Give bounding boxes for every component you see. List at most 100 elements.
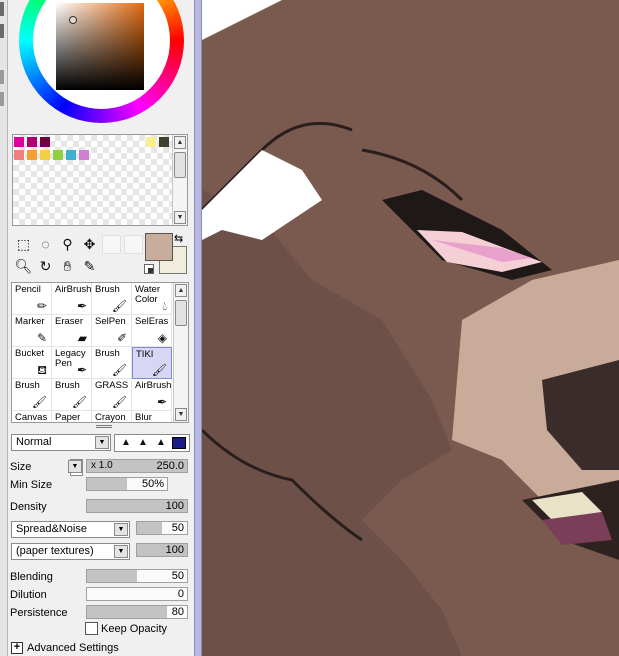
min-size-label: Min Size	[10, 479, 53, 491]
empty-tool-slot[interactable]	[102, 235, 121, 254]
color-swatch[interactable]	[14, 150, 24, 160]
panel-splitter[interactable]	[96, 425, 112, 428]
blending-slider[interactable]: 50	[86, 569, 188, 583]
soft-shape-icon[interactable]: ▲	[119, 438, 133, 448]
persistence-value: 80	[171, 606, 184, 618]
density-slider[interactable]: 100	[86, 499, 188, 513]
drawing-canvas[interactable]	[200, 0, 619, 656]
magic-wand-icon[interactable]: ⚲	[58, 235, 77, 254]
brush-slot-selpen[interactable]: SelPen ✐	[92, 315, 132, 347]
brush-label: Legacy Pen	[55, 348, 86, 369]
scroll-thumb[interactable]	[175, 300, 187, 326]
panel-divider[interactable]	[194, 0, 202, 656]
scroll-down-icon[interactable]: ▼	[174, 211, 186, 224]
lasso-icon[interactable]: ◌	[36, 235, 55, 254]
brush-slot-seleras[interactable]: SelEras ◈	[132, 315, 172, 347]
brush-slot-airbrush[interactable]: AirBrush ✒︎	[132, 379, 172, 411]
brush-slot-legacy-pen[interactable]: Legacy Pen ✒︎	[52, 347, 92, 379]
expand-plus-icon[interactable]: +	[11, 642, 23, 654]
chevron-down-icon[interactable]: ▼	[68, 460, 82, 473]
paper-texture-strength-slider[interactable]: 100	[136, 543, 188, 557]
brush-label: GRASS	[95, 380, 129, 391]
brush-slot-marker[interactable]: Marker ✎	[12, 315, 52, 347]
keep-opacity-label: Keep Opacity	[101, 623, 168, 635]
medium-shape-icon[interactable]: ▲	[136, 438, 150, 448]
brush-label: AirBrush	[55, 284, 92, 295]
foreground-color[interactable]	[145, 233, 173, 261]
brush-slot-brush[interactable]: Brush 🖌︎	[92, 347, 132, 379]
texture-strength-fill	[137, 522, 162, 534]
brush-slot-brush[interactable]: Brush 🖌︎	[92, 283, 132, 315]
brush-slot-paper[interactable]: Paper	[52, 411, 92, 422]
color-swatch[interactable]	[27, 150, 37, 160]
scroll-down-icon[interactable]: ▼	[175, 408, 187, 421]
persistence-slider[interactable]: 80	[86, 605, 188, 619]
brush-label: Brush	[15, 380, 40, 391]
color-swatch[interactable]	[27, 137, 37, 147]
swatch-scrollbar[interactable]: ▲ ▼	[172, 135, 187, 225]
dilution-slider[interactable]: 0	[86, 587, 188, 601]
chevron-down-icon[interactable]: ▼	[95, 436, 109, 449]
rotate-icon[interactable]: ↻	[36, 257, 55, 276]
color-swatch[interactable]	[159, 137, 169, 147]
selerase-icon: ◈	[157, 331, 167, 345]
strip-handle[interactable]	[0, 92, 4, 106]
paper-texture-select[interactable]: (paper textures) ▼	[11, 543, 130, 560]
brush-slot-pencil[interactable]: Pencil ✏︎	[12, 283, 52, 315]
brush-slot-canvas[interactable]: Canvas	[12, 411, 52, 422]
texture-strength-slider[interactable]: 50	[136, 521, 188, 535]
hard-shape-icon[interactable]: ▲	[154, 438, 168, 448]
chevron-down-icon[interactable]: ▼	[114, 523, 128, 536]
swap-colors-icon[interactable]: ⇆	[174, 232, 183, 245]
brush-slot-tiki[interactable]: TIKI 🖌︎	[132, 347, 172, 379]
color-picker-cursor[interactable]	[69, 16, 77, 24]
zoom-icon[interactable]: 🔍︎	[14, 257, 33, 276]
color-swatch[interactable]	[14, 137, 24, 147]
empty-tool-slot[interactable]	[124, 235, 143, 254]
min-size-slider[interactable]: 50%	[86, 477, 168, 491]
brush-shape-selector[interactable]: ▲ ▲ ▲	[114, 434, 190, 452]
brush-slot-crayon[interactable]: Crayon	[92, 411, 132, 422]
brush-slot-eraser[interactable]: Eraser ▰	[52, 315, 92, 347]
hand-icon[interactable]: ✋︎	[58, 257, 77, 276]
default-colors-icon[interactable]	[144, 264, 154, 274]
scroll-thumb[interactable]	[174, 152, 186, 178]
size-slider[interactable]: x 1.0 250.0	[86, 459, 188, 473]
brush-slot-bucket[interactable]: Bucket ⛾	[12, 347, 52, 379]
strip-handle[interactable]	[0, 70, 4, 84]
swatch-palette[interactable]: ▲ ▼	[12, 134, 188, 226]
brush-slot-airbrush[interactable]: AirBrush ✒︎	[52, 283, 92, 315]
brush-slot-grass[interactable]: GRASS 🖌︎	[92, 379, 132, 411]
brush-slot-brush[interactable]: Brush 🖌︎	[52, 379, 92, 411]
color-swatch[interactable]	[66, 150, 76, 160]
size-mode-dropdown[interactable]: ▼	[68, 459, 83, 476]
scroll-up-icon[interactable]: ▲	[174, 136, 186, 149]
texture-select[interactable]: Spread&Noise ▼	[11, 521, 130, 538]
scroll-up-icon[interactable]: ▲	[175, 284, 187, 297]
brush-slot-blur[interactable]: Blur	[132, 411, 172, 422]
brush-slot-water-color[interactable]: Water Color 💧︎	[132, 283, 172, 315]
move-icon[interactable]: ✥	[80, 235, 99, 254]
strip-handle[interactable]	[0, 24, 4, 38]
brush-label: Brush	[95, 348, 120, 359]
color-swatch[interactable]	[53, 150, 63, 160]
app-window: ▲ ▼ ⬚ ◌ ⚲ ✥ 🔍︎ ↻ ✋︎ ✎ ⇆ Pencil ✏︎ AirBrush ✒︎ Brush…	[0, 0, 619, 656]
chevron-down-icon[interactable]: ▼	[114, 545, 128, 558]
color-swatch[interactable]	[146, 137, 156, 147]
blend-mode-select[interactable]: Normal ▼	[11, 434, 111, 451]
color-swatch[interactable]	[40, 150, 50, 160]
rect-select-icon[interactable]: ⬚	[14, 235, 33, 254]
strip-handle[interactable]	[0, 2, 4, 16]
saturation-value-square[interactable]	[56, 3, 144, 90]
color-swatch[interactable]	[79, 150, 89, 160]
canvas-artwork	[200, 0, 619, 656]
brush-slot-brush[interactable]: Brush 🖌︎	[12, 379, 52, 411]
flat-shape-icon[interactable]	[172, 437, 186, 449]
brush-label: SelPen	[95, 316, 126, 327]
advanced-settings-label[interactable]: Advanced Settings	[27, 642, 119, 655]
keep-opacity-checkbox[interactable]	[85, 622, 98, 635]
brush-icon: 🖌︎	[151, 363, 167, 377]
brush-scrollbar[interactable]: ▲ ▼	[173, 283, 188, 422]
color-swatch[interactable]	[40, 137, 50, 147]
eyedropper-icon[interactable]: ✎	[80, 257, 99, 276]
